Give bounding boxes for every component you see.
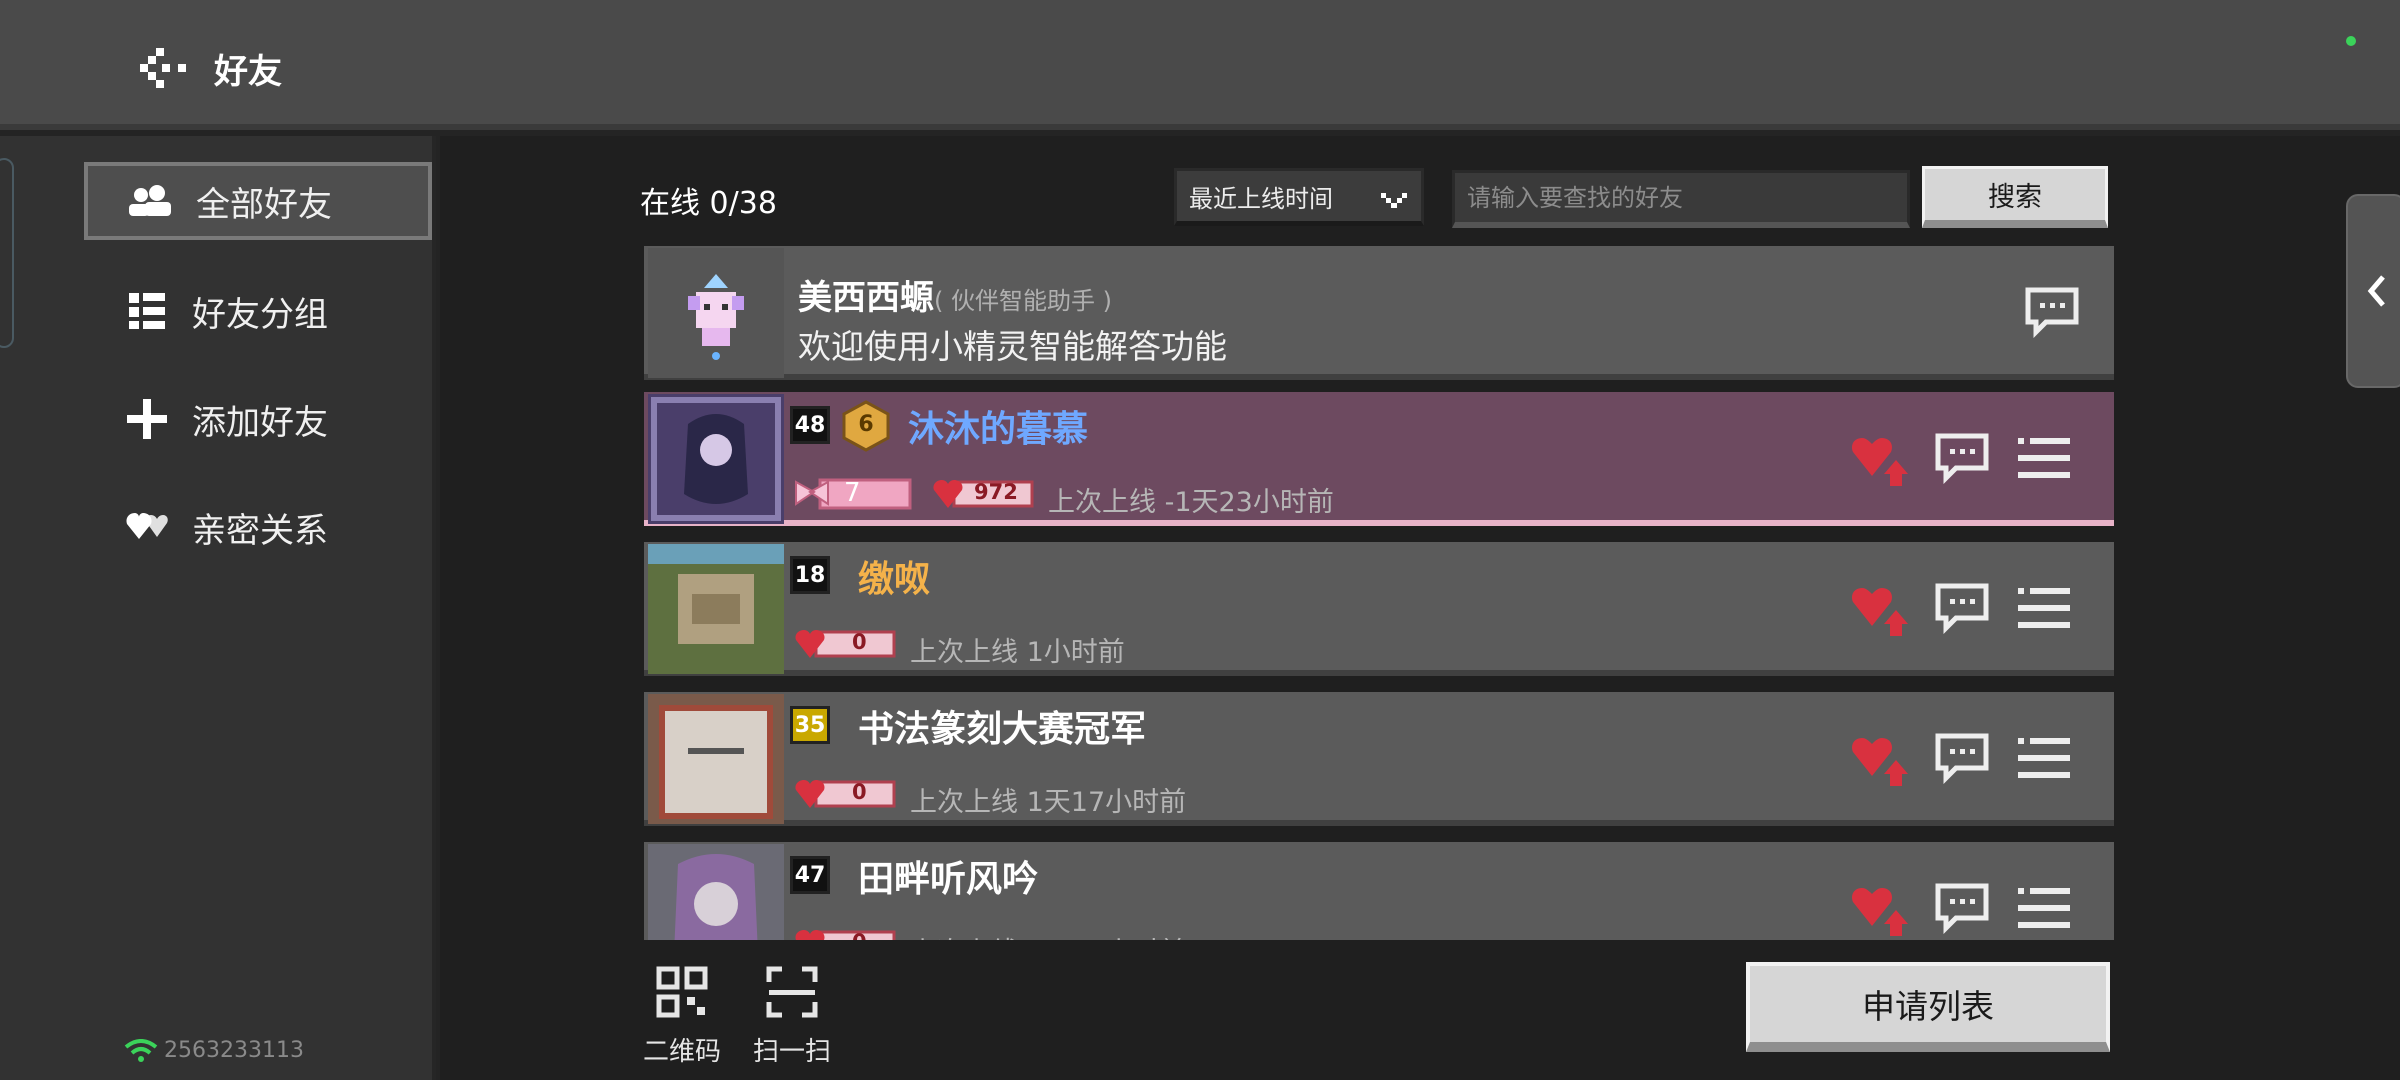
qr-code-label: 二维码	[642, 1037, 721, 1067]
table-row[interactable]: 48 6 沐沐的暮慕 7 972 上次上线 -1天23小时前	[644, 392, 2114, 526]
qr-code-button[interactable]: 二维码	[638, 966, 726, 1067]
top-bar: 好友	[0, 0, 2400, 130]
friend-avatar	[648, 544, 784, 674]
last-online: 上次上线 -1天23小时前	[1048, 487, 1334, 518]
rank-badge: 6	[840, 400, 892, 452]
last-online: 上次上线 1天17小时前	[910, 787, 1187, 818]
online-count: 在线 0/38	[640, 186, 777, 221]
back-arrow-icon[interactable]	[140, 48, 190, 88]
sidebar-item-add-friend[interactable]: 添加好友	[84, 380, 432, 458]
sidebar-item-label: 亲密关系	[192, 510, 328, 551]
heart-count: 972	[974, 480, 1018, 504]
account-id: 2563233113	[124, 1038, 304, 1063]
friend-avatar	[648, 844, 784, 940]
menu-icon[interactable]	[2016, 732, 2078, 788]
heart-count: 0	[852, 780, 867, 804]
send-heart-icon[interactable]	[1850, 582, 1912, 638]
account-id-text: 2563233113	[164, 1038, 304, 1063]
friend-name: 田畔听风吟	[858, 859, 1039, 900]
page-title: 好友	[214, 52, 282, 92]
friend-avatar	[648, 394, 784, 524]
chat-icon[interactable]	[1934, 882, 1996, 938]
heart-count: 0	[852, 930, 867, 940]
list-item-bot[interactable]: 美西西螈( 伙伴智能助手 ) 欢迎使用小精灵智能解答功能	[644, 246, 2114, 380]
apply-list-button[interactable]: 申请列表	[1746, 962, 2110, 1052]
send-heart-icon[interactable]	[1850, 882, 1912, 938]
heart-badge: 0	[794, 626, 898, 662]
table-row[interactable]: 35 书法篆刻大赛冠军 0 上次上线 1天17小时前	[644, 692, 2114, 826]
sidebar-edge	[0, 158, 14, 348]
chat-icon[interactable]	[1934, 432, 1996, 488]
chat-icon[interactable]	[1934, 732, 1996, 788]
bot-name-line: 美西西螈( 伙伴智能助手 )	[798, 270, 1112, 319]
status-dot	[2346, 36, 2356, 46]
last-online: 上次上线 1小时前	[910, 637, 1125, 668]
chevron-left-icon	[2367, 275, 2385, 307]
bot-name: 美西西螈	[798, 278, 934, 318]
rank-badge-value: 6	[858, 412, 874, 437]
sidebar-item-all-friends[interactable]: 全部好友	[84, 162, 432, 240]
sidebar-item-label: 全部好友	[196, 184, 332, 225]
sort-dropdown[interactable]: 最近上线时间	[1174, 168, 1424, 226]
level-badge: 48	[790, 406, 830, 444]
level-badge: 18	[790, 556, 830, 594]
scan-button[interactable]: 扫一扫	[748, 966, 836, 1067]
bow-count: 7	[844, 478, 861, 508]
side-panel-tab[interactable]	[2346, 194, 2400, 388]
sidebar-item-intimacy[interactable]: 亲密关系	[84, 488, 432, 566]
bow-badge: 7	[794, 476, 914, 512]
heart-badge: 972	[932, 476, 1036, 512]
bot-avatar	[648, 248, 784, 378]
table-row[interactable]: 18 缴呶 0 上次上线 1小时前	[644, 542, 2114, 676]
scan-label: 扫一扫	[752, 1037, 831, 1067]
menu-icon[interactable]	[2016, 882, 2078, 938]
level-badge: 47	[790, 856, 830, 894]
friend-name: 沐沐的暮慕	[908, 409, 1089, 450]
qr-code-icon	[656, 966, 708, 1018]
level-badge: 35	[790, 706, 830, 744]
menu-icon[interactable]	[2016, 582, 2078, 638]
bot-subtitle: ( 伙伴智能助手 )	[934, 287, 1112, 315]
search-input[interactable]	[1452, 170, 1910, 228]
heart-count: 0	[852, 630, 867, 654]
friend-name: 书法篆刻大赛冠军	[858, 709, 1147, 750]
send-heart-icon[interactable]	[1850, 732, 1912, 788]
heart-badge: 0	[794, 776, 898, 812]
sort-selected-value: 最近上线时间	[1189, 184, 1333, 213]
friends-icon	[128, 178, 174, 224]
friend-name: 缴呶	[858, 559, 931, 600]
heart-badge: 0	[794, 926, 898, 940]
friend-list[interactable]: 美西西螈( 伙伴智能助手 ) 欢迎使用小精灵智能解答功能 48 6 沐沐的暮慕 …	[644, 246, 2114, 940]
menu-icon[interactable]	[2016, 432, 2078, 488]
search-button[interactable]: 搜索	[1922, 166, 2108, 228]
hearts-icon	[124, 504, 170, 550]
chat-icon[interactable]	[1934, 582, 1996, 638]
table-row[interactable]: 47 田畔听风吟 0 上次上线 2天21小时前	[644, 842, 2114, 940]
last-online: 上次上线 2天21小时前	[910, 930, 1186, 940]
plus-icon	[124, 396, 170, 442]
sidebar-item-friend-groups[interactable]: 好友分组	[84, 272, 432, 350]
group-icon	[124, 288, 170, 334]
sidebar-item-label: 添加好友	[192, 402, 328, 443]
friend-avatar	[648, 694, 784, 824]
chevron-down-icon	[1381, 189, 1409, 217]
wifi-icon	[124, 1038, 158, 1062]
send-heart-icon[interactable]	[1850, 432, 1912, 488]
bot-message: 欢迎使用小精灵智能解答功能	[798, 327, 1227, 366]
scan-icon	[766, 966, 818, 1018]
chat-icon[interactable]	[2024, 286, 2086, 342]
sidebar-item-label: 好友分组	[192, 294, 328, 335]
